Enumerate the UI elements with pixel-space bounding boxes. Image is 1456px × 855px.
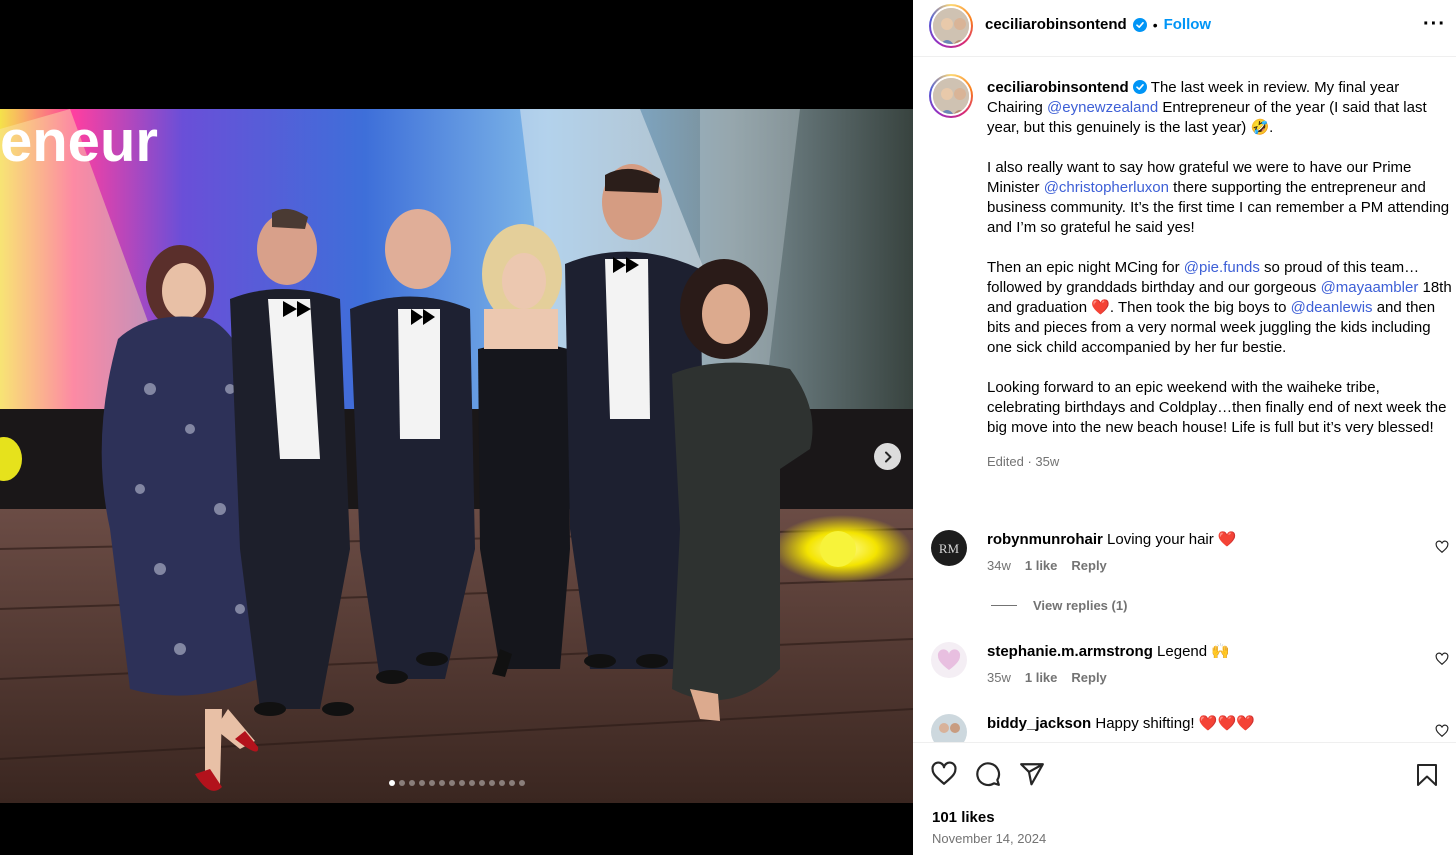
caption-username[interactable]: ceciliarobinsontend bbox=[987, 79, 1129, 96]
comment-time[interactable]: 35w bbox=[987, 670, 1011, 685]
carousel-dot bbox=[408, 780, 415, 786]
caption-avatar[interactable] bbox=[929, 74, 973, 118]
carousel-dot bbox=[428, 780, 435, 786]
carousel-indicator bbox=[0, 780, 913, 786]
carousel-dot bbox=[388, 780, 395, 786]
comment-text: Happy shifting! ❤️❤️❤️ bbox=[1095, 715, 1255, 732]
comment-likes[interactable]: 1 like bbox=[1025, 558, 1058, 573]
comment-text: Loving your hair ❤️ bbox=[1107, 531, 1237, 548]
reply-button[interactable]: Reply bbox=[1071, 670, 1106, 685]
reply-button[interactable]: Reply bbox=[1071, 558, 1106, 573]
like-comment-heart-icon[interactable] bbox=[1435, 724, 1449, 738]
comment-item: RM robynmunrohair Loving your hair ❤️ 34… bbox=[929, 530, 1449, 600]
carousel-dot bbox=[398, 780, 405, 786]
commenter-avatar[interactable] bbox=[931, 642, 967, 678]
view-replies-label: View replies (1) bbox=[1033, 598, 1128, 613]
carousel-dot bbox=[508, 780, 515, 786]
carousel-dot bbox=[498, 780, 505, 786]
view-replies-button[interactable]: View replies (1) bbox=[991, 598, 1127, 613]
carousel-dot bbox=[418, 780, 425, 786]
follow-button[interactable]: Follow bbox=[1164, 16, 1212, 33]
commenter-avatar-initials: RM bbox=[939, 541, 960, 556]
commenter-avatar[interactable] bbox=[931, 714, 967, 742]
carousel-next-button[interactable] bbox=[874, 443, 901, 470]
carousel-dot bbox=[488, 780, 495, 786]
replies-divider-line bbox=[991, 605, 1017, 606]
like-heart-icon[interactable] bbox=[931, 761, 957, 787]
chevron-right-icon bbox=[884, 451, 891, 462]
verified-badge-icon bbox=[1132, 17, 1147, 32]
comment-text: Legend 🙌 bbox=[1157, 643, 1230, 660]
comment-icon[interactable] bbox=[975, 761, 1001, 787]
commenter-username[interactable]: biddy_jackson bbox=[987, 715, 1091, 732]
mention-link[interactable]: @christopherluxon bbox=[1044, 179, 1169, 196]
caption-text: ceciliarobinsontend The last week in rev… bbox=[987, 78, 1453, 472]
post-media: eneur bbox=[0, 0, 913, 855]
commenter-username[interactable]: robynmunrohair bbox=[987, 531, 1103, 548]
comment-item: stephanie.m.armstrong Legend 🙌 35w 1 lik… bbox=[929, 642, 1449, 712]
comments-scroll-area[interactable]: ceciliarobinsontend The last week in rev… bbox=[913, 58, 1456, 742]
comment-likes[interactable]: 1 like bbox=[1025, 670, 1058, 685]
post-date: November 14, 2024 bbox=[932, 831, 1047, 846]
author-username[interactable]: ceciliarobinsontend bbox=[985, 16, 1127, 33]
stage-sign-text: eneur bbox=[0, 109, 158, 174]
commenter-username[interactable]: stephanie.m.armstrong bbox=[987, 643, 1153, 660]
post-header: ceciliarobinsontend • Follow ··· bbox=[913, 0, 1456, 57]
comment-time[interactable]: 34w bbox=[987, 558, 1011, 573]
carousel-dot bbox=[458, 780, 465, 786]
edited-timestamp: Edited · 35w bbox=[987, 454, 1060, 469]
separator-dot: • bbox=[1152, 16, 1158, 33]
carousel-dot bbox=[438, 780, 445, 786]
like-comment-heart-icon[interactable] bbox=[1435, 540, 1449, 554]
like-comment-heart-icon[interactable] bbox=[1435, 652, 1449, 666]
comment-item: biddy_jackson Happy shifting! ❤️❤️❤️ bbox=[929, 714, 1449, 742]
likes-count[interactable]: 101 likes bbox=[932, 809, 995, 826]
caption-p4: Looking forward to an epic weekend with … bbox=[987, 379, 1447, 436]
carousel-dot bbox=[468, 780, 475, 786]
more-options-icon[interactable]: ··· bbox=[1423, 14, 1446, 34]
bookmark-icon[interactable] bbox=[1416, 763, 1438, 787]
mention-link[interactable]: @pie.funds bbox=[1184, 259, 1260, 276]
mention-link[interactable]: @mayaambler bbox=[1321, 279, 1419, 296]
share-send-icon[interactable] bbox=[1019, 761, 1045, 787]
mention-link[interactable]: @eynewzealand bbox=[1047, 99, 1158, 116]
carousel-dot bbox=[448, 780, 455, 786]
verified-badge-icon bbox=[1132, 80, 1147, 94]
carousel-dot bbox=[478, 780, 485, 786]
post-photo: eneur bbox=[0, 109, 913, 803]
post-actions-bar: 101 likes November 14, 2024 bbox=[913, 742, 1456, 855]
commenter-avatar[interactable]: RM bbox=[931, 530, 967, 566]
mention-link[interactable]: @deanlewis bbox=[1291, 299, 1373, 316]
post-side-panel: ceciliarobinsontend • Follow ··· cecilia… bbox=[913, 0, 1456, 855]
carousel-dot bbox=[518, 780, 525, 786]
caption-p3-lead: Then an epic night MCing for bbox=[987, 259, 1184, 276]
author-avatar[interactable] bbox=[929, 4, 973, 48]
